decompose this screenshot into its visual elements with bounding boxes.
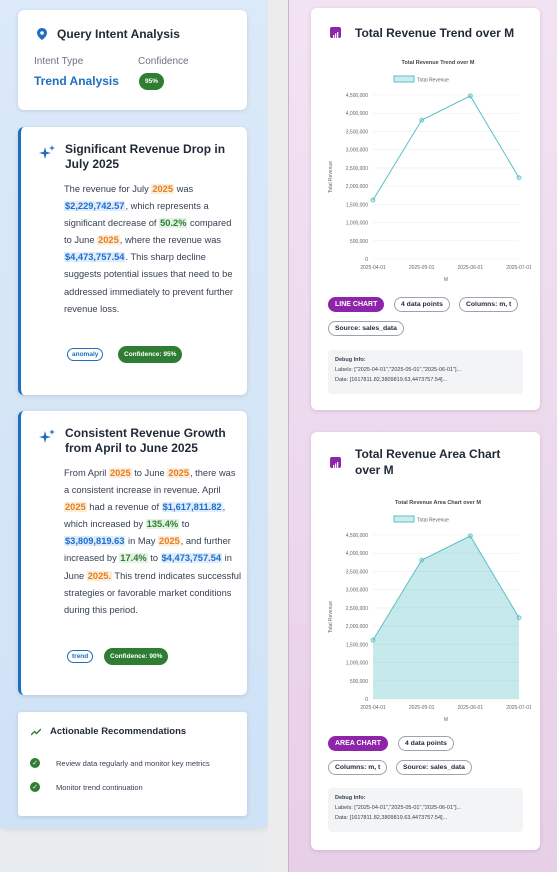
y-tick-label: 3,500,000 [346,129,368,135]
chart-card-line: Total Revenue Trend over M Total Revenue… [311,8,540,410]
query-intent-card: Query Intent Analysis Intent Type Trend … [18,10,247,110]
y-axis-label: Total Revenue [328,161,334,193]
chart-title: Total Revenue Area Chart over M [395,500,481,506]
data-point [419,117,425,123]
charts-panel: Total Revenue Trend over M Total Revenue… [288,0,557,872]
data-points-tag: 4 data points [394,297,450,312]
intent-type-label: Intent Type [34,56,84,67]
legend-swatch [393,515,415,523]
series-line [372,95,520,201]
chart-title: Total Revenue Trend over M [402,60,475,66]
confidence-badge: Confidence: 90% [104,648,169,665]
data-point [370,197,376,203]
y-tick-label: 4,000,000 [346,111,368,117]
insight-card-revenue-drop: Significant Revenue Drop in July 2025 Th… [18,127,247,395]
columns-tag: Columns: m, t [328,760,388,775]
data-point [370,637,376,643]
location-pin-icon [37,28,47,40]
debug-info: Debug Info: Labels: ["2025-04-01","2025-… [328,788,523,832]
recommendations-title: Actionable Recommendations [50,726,187,737]
data-point [516,615,522,621]
y-tick-label: 500,000 [350,239,368,245]
data-point [467,533,473,539]
x-axis-label: M [444,277,448,283]
y-tick-label: 0 [365,257,368,263]
columns-tag: Columns: m, t [459,297,519,312]
line-chart: Total Revenue Trend over M Total Revenue 0… [328,60,531,283]
x-axis-label: M [444,717,448,723]
chart-card-area: Total Revenue Area Chart over M Total Re… [311,432,540,850]
data-points-tag: 4 data points [398,736,454,751]
insight-body: The revenue for July 2025 was $2,229,742… [64,184,233,314]
confidence-badge: Confidence: 95% [118,346,183,363]
trending-up-icon [31,728,41,736]
y-axis-label: Total Revenue [328,601,334,633]
y-tick-label: 3,000,000 [346,588,368,594]
recommendations-card: Actionable Recommendations ✓ Review data… [18,712,247,816]
x-tick-label: 2025-04-01 [360,265,386,271]
check-circle-icon: ✓ [30,782,40,792]
chart-card-title: Total Revenue Area Chart over M [355,447,501,477]
y-tick-label: 1,000,000 [346,221,368,227]
legend-label: Total Revenue [417,518,449,524]
y-tick-label: 3,000,000 [346,148,368,154]
chart-type-tag: LINE CHART [328,297,385,312]
tag-trend: trend [67,650,94,663]
source-tag: Source: sales_data [328,321,404,336]
chart-card-title: Total Revenue Trend over M [355,26,515,40]
y-tick-label: 2,500,000 [346,606,368,612]
tag-anomaly: anomaly [67,348,104,361]
x-tick-label: 2025-06-01 [458,265,484,271]
y-tick-label: 500,000 [350,679,368,685]
y-tick-label: 4,500,000 [346,93,368,99]
y-tick-label: 4,500,000 [346,533,368,539]
source-tag: Source: sales_data [396,760,472,775]
recommendation-item: ✓ Monitor trend continuation [30,782,143,792]
debug-info: Debug Info: Labels: ["2025-04-01","2025-… [328,350,523,394]
data-point [467,93,473,99]
query-intent-title: Query Intent Analysis [57,27,180,41]
area-chart: Total Revenue Area Chart over M Total Rev… [328,500,531,723]
insight-title: Consistent Revenue Growth from April to … [65,426,226,455]
y-tick-label: 1,000,000 [346,661,368,667]
data-point [516,175,522,181]
x-tick-label: 2025-04-01 [360,705,386,711]
insight-body: From April 2025 to June 2025, there was … [64,468,242,615]
x-tick-label: 2025-07-01 [506,705,531,711]
y-tick-label: 2,000,000 [346,184,368,190]
insights-panel: Query Intent Analysis Intent Type Trend … [0,0,268,828]
legend-label: Total Revenue [417,78,449,84]
recommendation-item: ✓ Review data regularly and monitor key … [30,758,210,768]
data-point [419,557,425,563]
y-tick-label: 0 [365,697,368,703]
bar-chart-icon [330,27,341,38]
check-circle-icon: ✓ [30,758,40,768]
sparkles-icon [39,145,55,159]
x-tick-label: 2025-05-01 [409,705,435,711]
y-tick-label: 3,500,000 [346,569,368,575]
insight-title: Significant Revenue Drop in July 2025 [65,142,226,171]
x-tick-label: 2025-05-01 [409,265,435,271]
confidence-badge: 95% [139,73,165,90]
bar-chart-icon [330,457,341,468]
y-tick-label: 2,000,000 [346,624,368,630]
x-tick-label: 2025-06-01 [458,705,484,711]
insight-card-revenue-growth: Consistent Revenue Growth from April to … [18,411,247,695]
y-tick-label: 2,500,000 [346,166,368,172]
chart-type-tag: AREA CHART [328,736,389,751]
legend-swatch [393,75,415,83]
panel-divider [268,0,288,872]
x-tick-label: 2025-07-01 [506,265,531,271]
y-tick-label: 4,000,000 [346,551,368,557]
intent-type-value: Trend Analysis [34,74,119,88]
confidence-label: Confidence [138,56,189,67]
sparkles-icon [39,429,55,443]
y-tick-label: 1,500,000 [346,642,368,648]
area-fill [373,535,519,699]
y-tick-label: 1,500,000 [346,202,368,208]
